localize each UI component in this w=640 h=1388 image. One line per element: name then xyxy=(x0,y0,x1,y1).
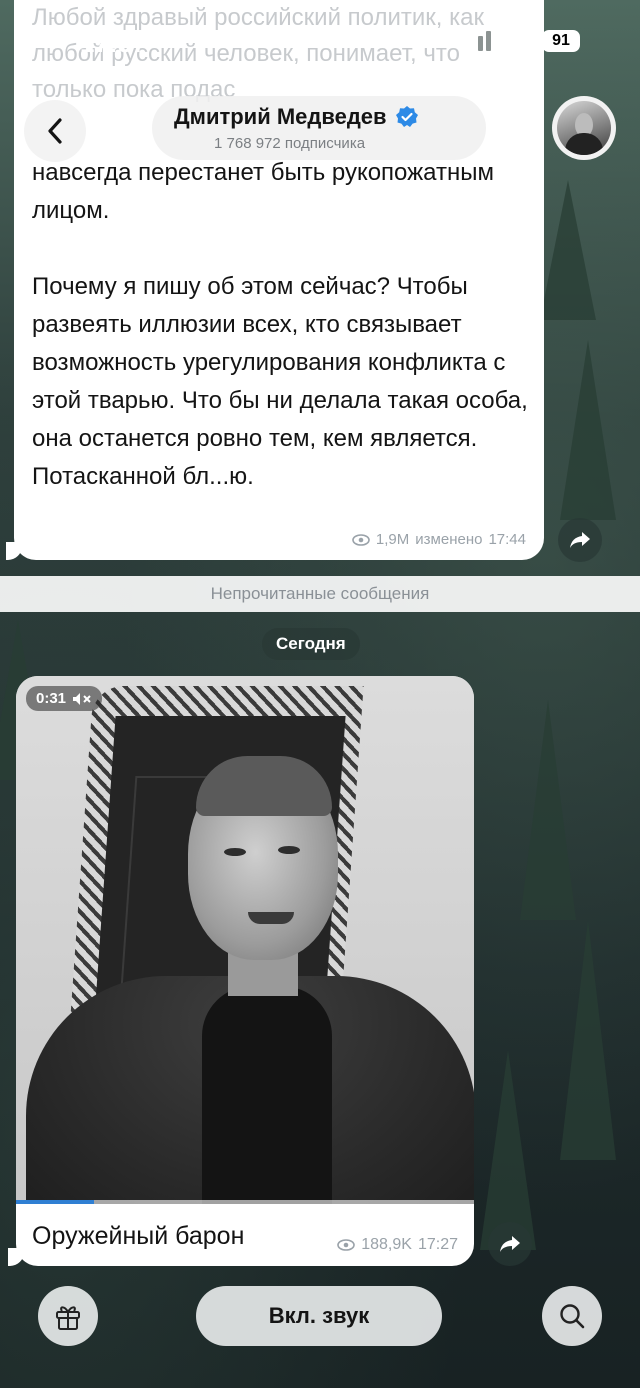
message-meta: 1,9M изменено 17:44 xyxy=(352,531,526,548)
video-meta: 188,9K 17:27 xyxy=(337,1236,458,1254)
share-arrow-icon xyxy=(500,1236,520,1252)
eye-icon xyxy=(352,533,370,546)
channel-message[interactable]: Любой здравый российский политик, как лю… xyxy=(6,0,544,560)
views-count: 188,9K xyxy=(361,1236,412,1253)
wallpaper-tree xyxy=(560,340,616,520)
wifi-icon xyxy=(504,31,532,49)
wallpaper-tree xyxy=(520,700,576,920)
signal-icon xyxy=(462,31,491,51)
video-progress-fill xyxy=(16,1200,94,1204)
share-button[interactable] xyxy=(488,1222,532,1266)
gift-button[interactable] xyxy=(38,1286,98,1346)
message-time: 17:44 xyxy=(488,531,526,548)
share-arrow-icon xyxy=(570,532,590,548)
video-player[interactable]: 0:31 xyxy=(16,676,474,1204)
views-count: 1,9M xyxy=(375,531,410,548)
channel-avatar-button[interactable] xyxy=(552,96,616,160)
status-time: 17:57 xyxy=(80,28,147,58)
search-icon xyxy=(560,1304,585,1329)
message-paragraph: Почему я пишу об этом сейчас? Чтобы разв… xyxy=(32,273,528,490)
video-person-eye xyxy=(278,846,300,854)
wallpaper-tree xyxy=(560,920,616,1160)
battery-indicator: 91 xyxy=(542,30,580,52)
message-text: навсегда перестанет быть рукопожатным ли… xyxy=(32,154,532,534)
date-label: Сегодня xyxy=(262,628,360,660)
video-person-mouth xyxy=(248,912,294,924)
video-progress-bar[interactable] xyxy=(16,1200,474,1204)
eye-icon xyxy=(337,1239,356,1251)
video-caption: Оружейный барон xyxy=(32,1222,245,1250)
message-time: 17:27 xyxy=(417,1236,458,1253)
search-button[interactable] xyxy=(542,1286,602,1346)
video-duration-badge[interactable]: 0:31 xyxy=(26,686,103,711)
enable-sound-button[interactable]: Вкл. звук xyxy=(196,1286,442,1346)
back-button[interactable] xyxy=(24,100,86,162)
avatar xyxy=(557,101,611,155)
share-button[interactable] xyxy=(558,518,602,562)
status-indicators: 91 xyxy=(462,30,580,52)
verified-badge-icon xyxy=(395,106,418,127)
muted-speaker-icon xyxy=(73,692,91,705)
chevron-left-icon xyxy=(48,118,62,144)
video-person-eye xyxy=(224,848,246,856)
video-person-shirt xyxy=(202,986,332,1204)
gift-icon xyxy=(56,1306,80,1330)
channel-name: Дмитрий Медведев xyxy=(174,104,387,129)
wallpaper-tree xyxy=(540,180,596,320)
message-paragraph: навсегда перестанет быть рукопожатным ли… xyxy=(32,159,494,224)
video-message[interactable]: 0:31 Оружейный барон 188,9K 17:27 xyxy=(8,676,474,1266)
channel-name-row: Дмитрий Медведев xyxy=(174,104,419,130)
channel-title[interactable]: Дмитрий Медведев 1 768 972 подписчика xyxy=(152,96,486,160)
unread-messages-divider: Непрочитанные сообщения xyxy=(0,576,640,612)
wallpaper-tree xyxy=(480,1050,536,1250)
subscriber-count: 1 768 972 подписчика xyxy=(214,135,366,152)
edited-label: изменено xyxy=(415,531,483,548)
video-duration: 0:31 xyxy=(36,690,67,707)
